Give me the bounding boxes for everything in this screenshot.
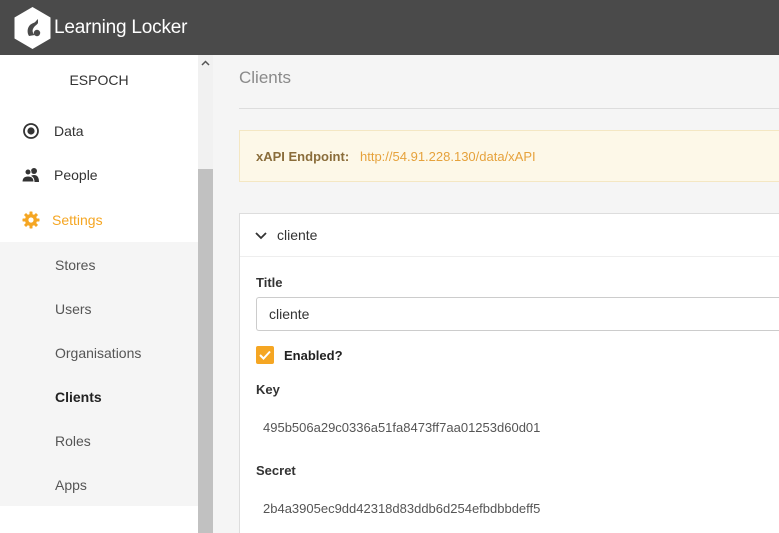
endpoint-label: xAPI Endpoint:: [256, 149, 350, 164]
submenu-item-users[interactable]: Users: [55, 301, 92, 317]
sidebar-scrollbar[interactable]: [198, 55, 213, 533]
divider: [239, 108, 779, 109]
key-value: 495b506a29c0336a51fa8473ff7aa01253d60d01: [263, 420, 541, 435]
check-icon: [259, 350, 271, 360]
scroll-up-arrow-icon[interactable]: [198, 55, 213, 70]
submenu-item-organisations[interactable]: Organisations: [55, 345, 141, 361]
data-icon: [23, 123, 39, 139]
title-input[interactable]: [256, 297, 779, 331]
client-name: cliente: [277, 227, 318, 243]
settings-submenu: Stores Users Organisations Clients Roles…: [0, 242, 198, 506]
key-label: Key: [256, 382, 280, 397]
client-panel-header[interactable]: cliente: [240, 214, 779, 257]
nav-item-people[interactable]: People: [0, 153, 198, 197]
secret-value: 2b4a3905ec9dd42318d83ddb6d254efbdbbdeff5: [263, 501, 541, 516]
main-content: Clients xAPI Endpoint: http://54.91.228.…: [213, 55, 779, 533]
secret-label: Secret: [256, 463, 296, 478]
brand-name[interactable]: Learning Locker: [54, 17, 187, 39]
page-title: Clients: [239, 68, 291, 87]
enabled-label: Enabled?: [284, 348, 343, 363]
gear-icon: [22, 211, 40, 229]
submenu-item-apps[interactable]: Apps: [55, 477, 87, 493]
people-icon: [22, 168, 39, 183]
scrollbar-thumb[interactable]: [198, 169, 213, 533]
client-panel: cliente Title Enabled? Key 495b506a29c03…: [239, 213, 779, 533]
submenu-item-clients[interactable]: Clients: [55, 389, 102, 405]
top-bar: Learning Locker: [0, 0, 779, 55]
submenu-item-roles[interactable]: Roles: [55, 433, 91, 449]
title-label: Title: [256, 275, 283, 290]
sidebar: ESPOCH Data People Settings Stores Users…: [0, 55, 198, 533]
endpoint-banner: xAPI Endpoint: http://54.91.228.130/data…: [239, 130, 779, 182]
enabled-checkbox[interactable]: [256, 346, 274, 364]
nav-item-settings[interactable]: Settings: [0, 198, 198, 242]
submenu-item-stores[interactable]: Stores: [55, 257, 95, 273]
nav-item-label: Settings: [52, 212, 103, 228]
nav-item-label: Data: [54, 123, 84, 139]
learning-locker-logo-icon[interactable]: [13, 6, 52, 50]
organisation-name: ESPOCH: [69, 72, 129, 88]
endpoint-url: http://54.91.228.130/data/xAPI: [360, 149, 536, 164]
nav-item-label: People: [54, 167, 98, 183]
chevron-down-icon[interactable]: [254, 228, 268, 242]
nav-item-data[interactable]: Data: [0, 109, 198, 153]
